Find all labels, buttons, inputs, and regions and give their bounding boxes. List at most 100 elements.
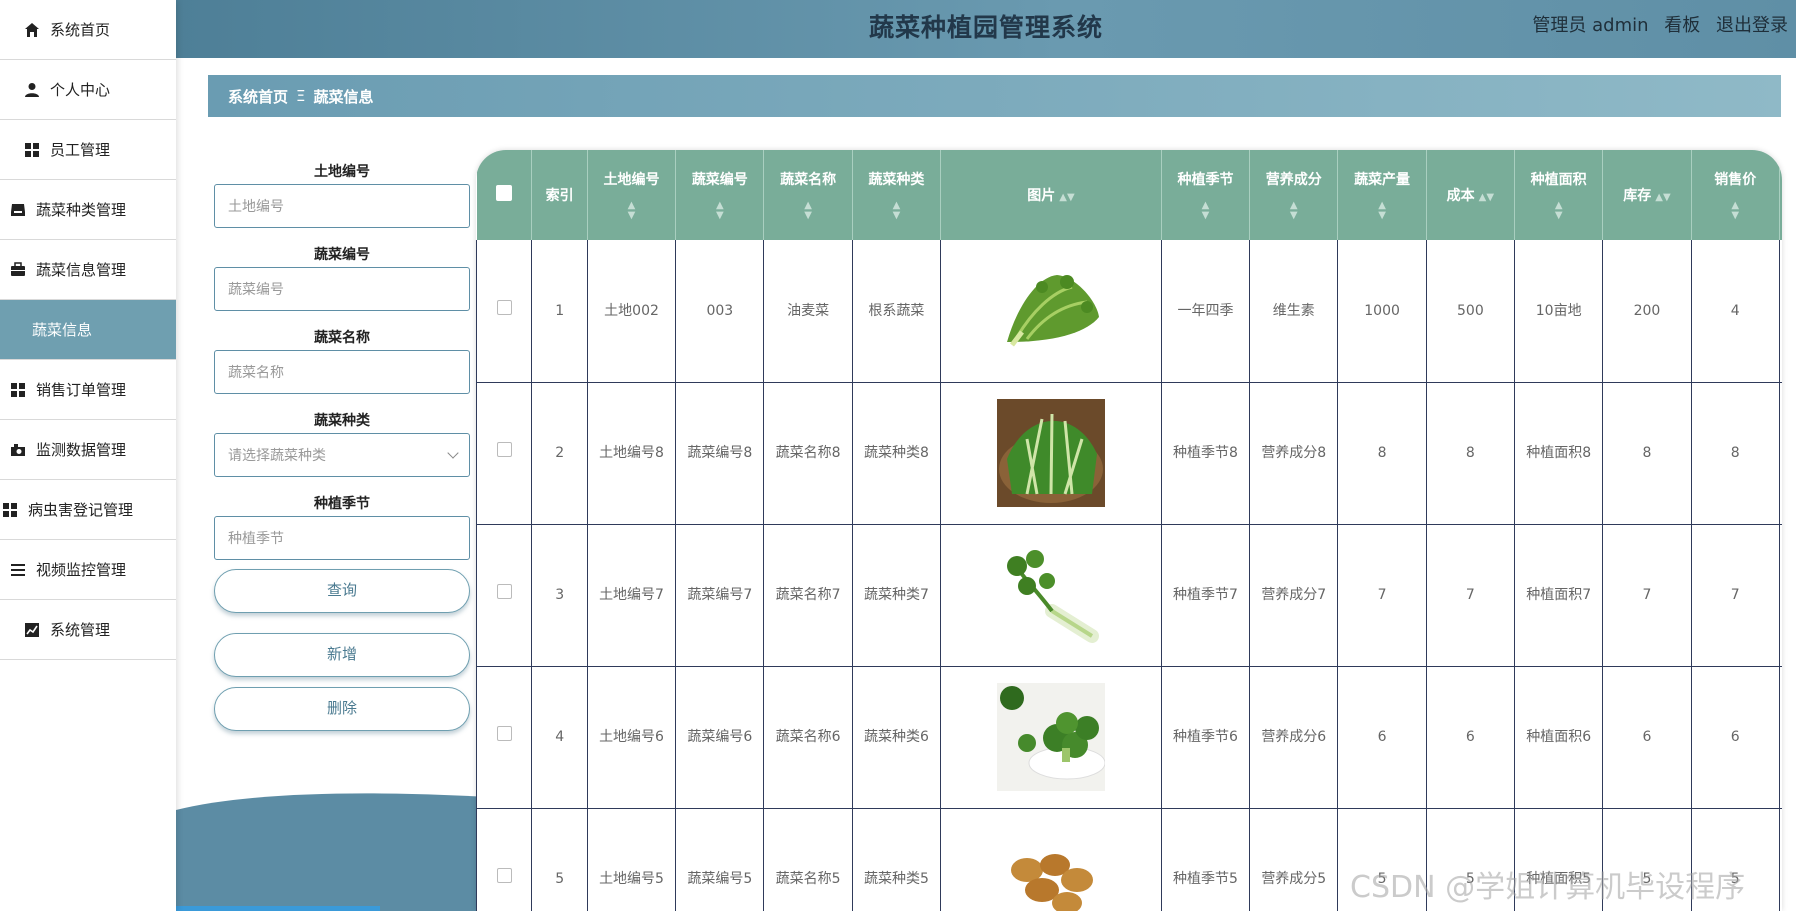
column-header[interactable]: 库存 ▲▼ <box>1602 150 1692 240</box>
table-row[interactable]: 4 土地编号6 蔬菜编号6 蔬菜名称6 蔬菜种类6 种植季节6 营养成分6 6 … <box>476 666 1782 809</box>
sidebar-item-label: 视频监控管理 <box>36 561 127 579</box>
column-header[interactable]: 营养成分 ▲ ▼ <box>1249 150 1339 240</box>
table-cell: 500 <box>1426 240 1516 383</box>
sidebar-item-system[interactable]: 系统管理 <box>0 600 176 660</box>
select-all-checkbox[interactable] <box>495 185 512 201</box>
veg-no-label: 蔬菜编号 <box>314 247 370 263</box>
sidebar-item-staff[interactable]: 员工管理 <box>0 120 176 180</box>
veg-name-input[interactable]: 蔬菜名称 <box>214 350 470 394</box>
column-header: 索引 <box>531 150 588 240</box>
sort-icon[interactable]: ▲▼ <box>1254 201 1333 221</box>
user-icon <box>25 82 39 97</box>
sidebar-item-veg-info-mgmt[interactable]: 蔬菜信息管理 <box>0 240 176 300</box>
query-button[interactable]: 查询 <box>214 569 470 613</box>
table-cell: 1000 <box>1337 240 1427 383</box>
column-header[interactable]: 图片 ▲▼ <box>940 150 1162 240</box>
row-select-cell[interactable] <box>476 808 533 911</box>
list-icon <box>11 563 25 576</box>
sidebar-item-pest-registry[interactable]: 病虫害登记管理 <box>0 480 176 540</box>
table-cell: 土地编号6 <box>587 666 677 809</box>
sidebar-item-veg-types[interactable]: 蔬菜种类管理 <box>0 180 176 240</box>
table-cell: 5 <box>531 808 588 911</box>
grid-icon <box>25 142 39 157</box>
table-cell: 营养成分7 <box>1249 524 1339 667</box>
header-user-area: 管理员 admin 看板 退出登录 <box>1522 0 1788 52</box>
row-checkbox[interactable] <box>496 299 512 315</box>
sidebar-item-profile[interactable]: 个人中心 <box>0 60 176 120</box>
veg-type-select[interactable]: 请选择蔬菜种类 <box>214 433 470 477</box>
row-checkbox[interactable] <box>496 868 512 883</box>
column-header[interactable]: 蔬菜产量 ▲ ▼ <box>1337 150 1427 240</box>
row-select-cell[interactable] <box>476 524 533 667</box>
sidebar: 系统首页 个人中心 员工管理 蔬菜种类管理 蔬菜信息管理 蔬菜信息 销售订单管理… <box>0 0 176 911</box>
sort-icon[interactable]: ▲▼ <box>680 201 759 221</box>
column-header[interactable]: 种植面积 ▲ ▼ <box>1514 150 1604 240</box>
row-checkbox[interactable] <box>496 442 512 457</box>
image-cell <box>940 240 1162 383</box>
column-header[interactable]: 蔬菜编号 ▲ ▼ <box>675 150 765 240</box>
table-cell: 8 <box>1426 382 1516 525</box>
sort-icon[interactable]: ▲▼ <box>592 201 671 221</box>
sidebar-item-sales-orders[interactable]: 销售订单管理 <box>0 360 176 420</box>
column-header[interactable]: 蔬菜种类 ▲ ▼ <box>852 150 942 240</box>
chevron-down-icon <box>447 447 459 459</box>
table-cell: 8 <box>1602 382 1692 525</box>
table-cell: 种植季节8 <box>1161 382 1251 525</box>
row-checkbox[interactable] <box>496 726 512 741</box>
sidebar-item-monitoring-data[interactable]: 监测数据管理 <box>0 420 176 480</box>
column-header[interactable]: 蔬菜名称 ▲ ▼ <box>763 150 853 240</box>
sidebar-item-label: 蔬菜种类管理 <box>36 201 127 219</box>
sort-icon[interactable]: ▲▼ <box>1166 201 1245 221</box>
veg-no-input[interactable]: 蔬菜编号 <box>214 267 470 311</box>
row-select-cell[interactable] <box>476 666 533 809</box>
table-cell: 2 <box>531 382 588 525</box>
sort-icon[interactable]: ▲▼ <box>1519 201 1598 221</box>
sort-icon[interactable]: ▲▼ <box>1342 201 1421 221</box>
table-row[interactable]: 1 土地002 003 油麦菜 根系蔬菜 一年四季 维生素 1000 500 1… <box>476 240 1782 383</box>
sort-icon[interactable]: ▲▼ <box>1655 192 1670 203</box>
breadcrumb-home[interactable]: 系统首页 <box>228 86 288 107</box>
delete-button[interactable]: 删除 <box>214 687 470 731</box>
column-header[interactable]: 成本 ▲▼ <box>1426 150 1516 240</box>
row-checkbox[interactable] <box>496 584 512 599</box>
dashboard-link[interactable]: 看板 <box>1664 15 1700 36</box>
select-all-cell[interactable] <box>476 150 533 240</box>
sort-icon[interactable]: ▲▼ <box>1696 201 1775 221</box>
land-no-input[interactable]: 土地编号 <box>214 184 470 228</box>
sort-icon[interactable]: ▲▼ <box>857 201 936 221</box>
camera-icon <box>11 443 25 456</box>
table-cell: 种植季节6 <box>1161 666 1251 809</box>
potatoes-image <box>996 825 1105 911</box>
sidebar-item-video-monitoring[interactable]: 视频监控管理 <box>0 540 176 600</box>
table-row[interactable]: 3 土地编号7 蔬菜编号7 蔬菜名称7 蔬菜种类7 种植季节7 营养成分7 7 <box>476 524 1782 667</box>
table-cell: 蔬菜种类7 <box>852 524 942 667</box>
column-header[interactable]: 销售价 ▲ ▼ <box>1691 150 1780 240</box>
breadcrumb-current: 蔬菜信息 <box>313 87 374 106</box>
add-button[interactable]: 新增 <box>214 633 470 677</box>
sort-icon[interactable]: ▲▼ <box>1059 192 1074 203</box>
table-row[interactable]: 2 土地编号8 蔬菜编号8 蔬菜名称8 蔬菜种类8 种植季节8 营养成分8 8 … <box>476 382 1782 525</box>
row-select-cell[interactable] <box>476 382 533 525</box>
table-cell: 蔬菜编号5 <box>675 808 765 911</box>
logout-link[interactable]: 退出登录 <box>1716 15 1788 36</box>
table-cell: 种植季节5 <box>1161 808 1251 911</box>
column-header[interactable]: 种植季节 ▲ ▼ <box>1161 150 1251 240</box>
sidebar-item-veg-info[interactable]: 蔬菜信息 <box>0 300 176 360</box>
sort-icon[interactable]: ▲▼ <box>768 201 847 221</box>
sort-icon[interactable]: ▲▼ <box>1479 192 1494 203</box>
table-cell: 生长 <box>1779 666 1782 809</box>
briefcase-icon <box>11 261 25 276</box>
table-cell: 种植面积7 <box>1514 524 1604 667</box>
table-cell: 营养成分5 <box>1249 808 1339 911</box>
column-header[interactable]: 生长 <box>1779 150 1782 240</box>
table-cell: 蔬菜种类5 <box>852 808 942 911</box>
sidebar-item-home[interactable]: 系统首页 <box>0 0 176 60</box>
table-cell: 蔬菜种类6 <box>852 666 942 809</box>
image-cell <box>940 382 1162 525</box>
row-select-cell[interactable] <box>476 240 533 383</box>
veg-type-label: 蔬菜种类 <box>314 413 370 429</box>
season-input[interactable]: 种植季节 <box>214 516 470 560</box>
table-cell: 8 <box>1691 382 1780 525</box>
column-header[interactable]: 土地编号 ▲ ▼ <box>587 150 677 240</box>
csdn-watermark: CSDN @学姐计算机毕设程序 <box>1350 870 1746 905</box>
